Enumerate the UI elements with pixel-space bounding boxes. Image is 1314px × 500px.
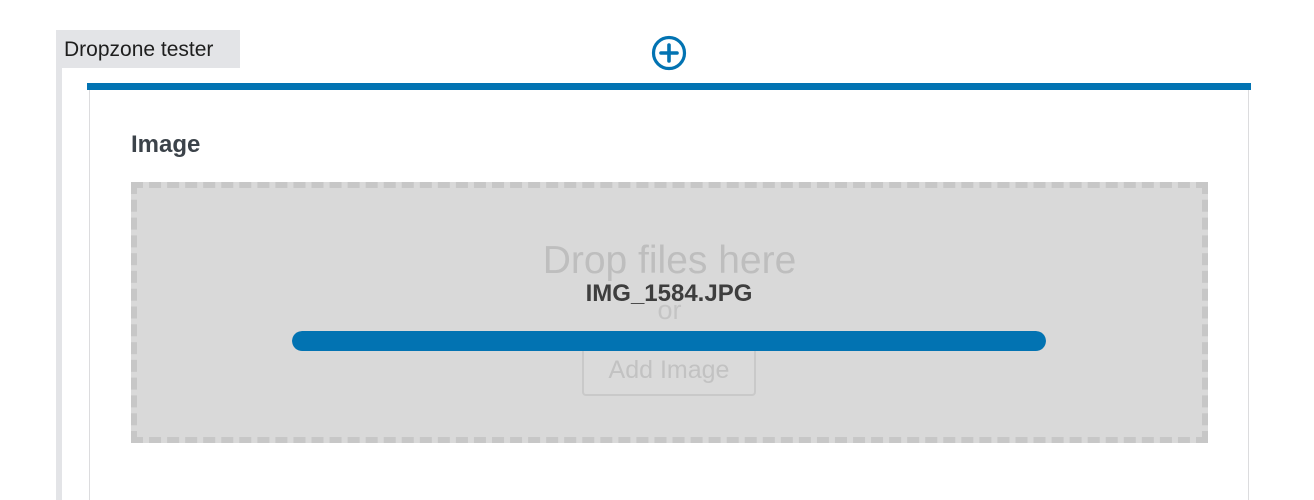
upload-file-name: IMG_1584.JPG [585,280,753,307]
upload-progress-fill [292,331,1046,351]
add-block-button[interactable] [651,35,687,71]
block-top-border [87,83,1251,90]
upload-progress-bar [292,331,1046,351]
block-label[interactable]: Dropzone tester [56,30,240,68]
editor-canvas: Dropzone tester Image Drop files here or… [0,0,1314,500]
field-label: Image [131,131,201,158]
plus-circle-icon [651,35,687,71]
